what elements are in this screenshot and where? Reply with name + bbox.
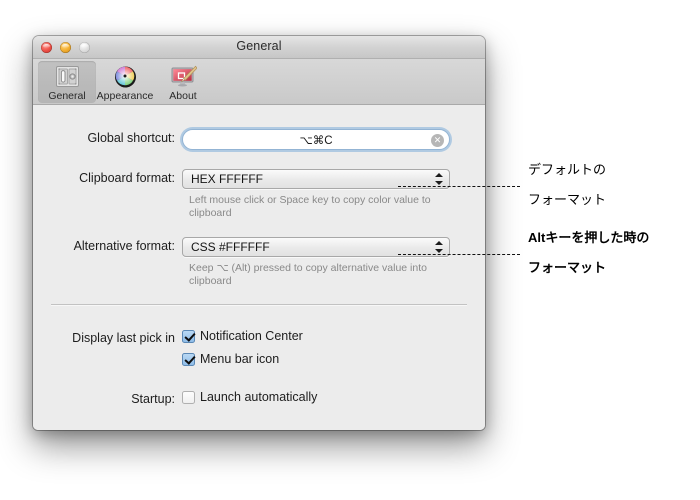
clipboard-format-label: Clipboard format: bbox=[79, 171, 175, 185]
section-divider bbox=[51, 304, 467, 305]
annotation-1-line-2: フォーマット bbox=[528, 192, 607, 207]
annotation-2-line-1: Altキーを押した時の bbox=[528, 230, 650, 245]
preferences-toolbar: General Appearance About bbox=[33, 59, 485, 105]
annotation-2-line-2: フォーマット bbox=[528, 260, 607, 275]
global-shortcut-row: Global shortcut: ⌥⌘C ✕ bbox=[51, 129, 450, 150]
checkbox-notification-center[interactable]: Notification Center bbox=[182, 329, 303, 343]
global-shortcut-label: Global shortcut: bbox=[87, 131, 175, 145]
chevron-updown-icon bbox=[435, 172, 444, 186]
checkbox-menu-bar-icon-label: Menu bar icon bbox=[200, 352, 280, 366]
alternative-format-value: CSS #FFFFFF bbox=[191, 240, 270, 254]
clipboard-format-help: Left mouse click or Space key to copy co… bbox=[189, 194, 431, 219]
checkbox-launch-automatically-label: Launch automatically bbox=[200, 390, 318, 404]
checkbox-launch-automatically-box[interactable] bbox=[182, 390, 195, 404]
clipboard-format-row: Clipboard format: HEX FFFFFF bbox=[51, 169, 450, 189]
monitor-paintbrush-icon bbox=[154, 63, 212, 89]
window-title: General bbox=[236, 39, 282, 53]
preferences-body: Global shortcut: ⌥⌘C ✕ Clipboard format:… bbox=[33, 105, 485, 430]
global-shortcut-input[interactable]: ⌥⌘C ✕ bbox=[182, 129, 450, 150]
toolbar-item-general-label: General bbox=[48, 90, 86, 102]
startup-row: Startup: Launch automatically bbox=[51, 390, 317, 409]
checkbox-notification-center-box[interactable] bbox=[182, 329, 195, 343]
display-last-pick-row: Display last pick in Notification Center… bbox=[51, 329, 303, 366]
global-shortcut-value: ⌥⌘C bbox=[299, 135, 333, 147]
toolbar-item-general[interactable]: General bbox=[38, 61, 96, 103]
toolbar-item-appearance[interactable]: Appearance bbox=[96, 61, 154, 103]
toolbar-item-appearance-label: Appearance bbox=[96, 90, 154, 102]
startup-label: Startup: bbox=[131, 392, 175, 406]
display-last-pick-label: Display last pick in bbox=[72, 331, 175, 345]
checkbox-menu-bar-icon-box[interactable] bbox=[182, 352, 195, 366]
clipboard-format-value: HEX FFFFFF bbox=[191, 172, 263, 186]
preferences-window: General General Appearance About Global … bbox=[33, 36, 485, 430]
annotation-leader-line-1 bbox=[398, 186, 520, 187]
toolbar-item-about[interactable]: About bbox=[154, 61, 212, 103]
general-switch-icon bbox=[38, 63, 96, 89]
color-wheel-icon bbox=[96, 63, 154, 89]
annotation-1-line-1: デフォルトの bbox=[528, 162, 607, 177]
window-titlebar[interactable]: General bbox=[33, 36, 485, 59]
checkbox-notification-center-label: Notification Center bbox=[200, 329, 303, 343]
toolbar-item-about-label: About bbox=[169, 90, 197, 102]
annotation-leader-line-2 bbox=[398, 254, 520, 255]
alternative-format-label: Alternative format: bbox=[73, 239, 175, 253]
clear-circle-icon[interactable]: ✕ bbox=[431, 134, 444, 147]
checkbox-menu-bar-icon[interactable]: Menu bar icon bbox=[182, 352, 303, 366]
alternative-format-row: Alternative format: CSS #FFFFFF bbox=[51, 237, 450, 257]
checkbox-launch-automatically[interactable]: Launch automatically bbox=[182, 390, 317, 404]
chevron-updown-icon bbox=[435, 240, 444, 254]
alternative-format-help: Keep ⌥ (Alt) pressed to copy alternative… bbox=[189, 262, 427, 287]
